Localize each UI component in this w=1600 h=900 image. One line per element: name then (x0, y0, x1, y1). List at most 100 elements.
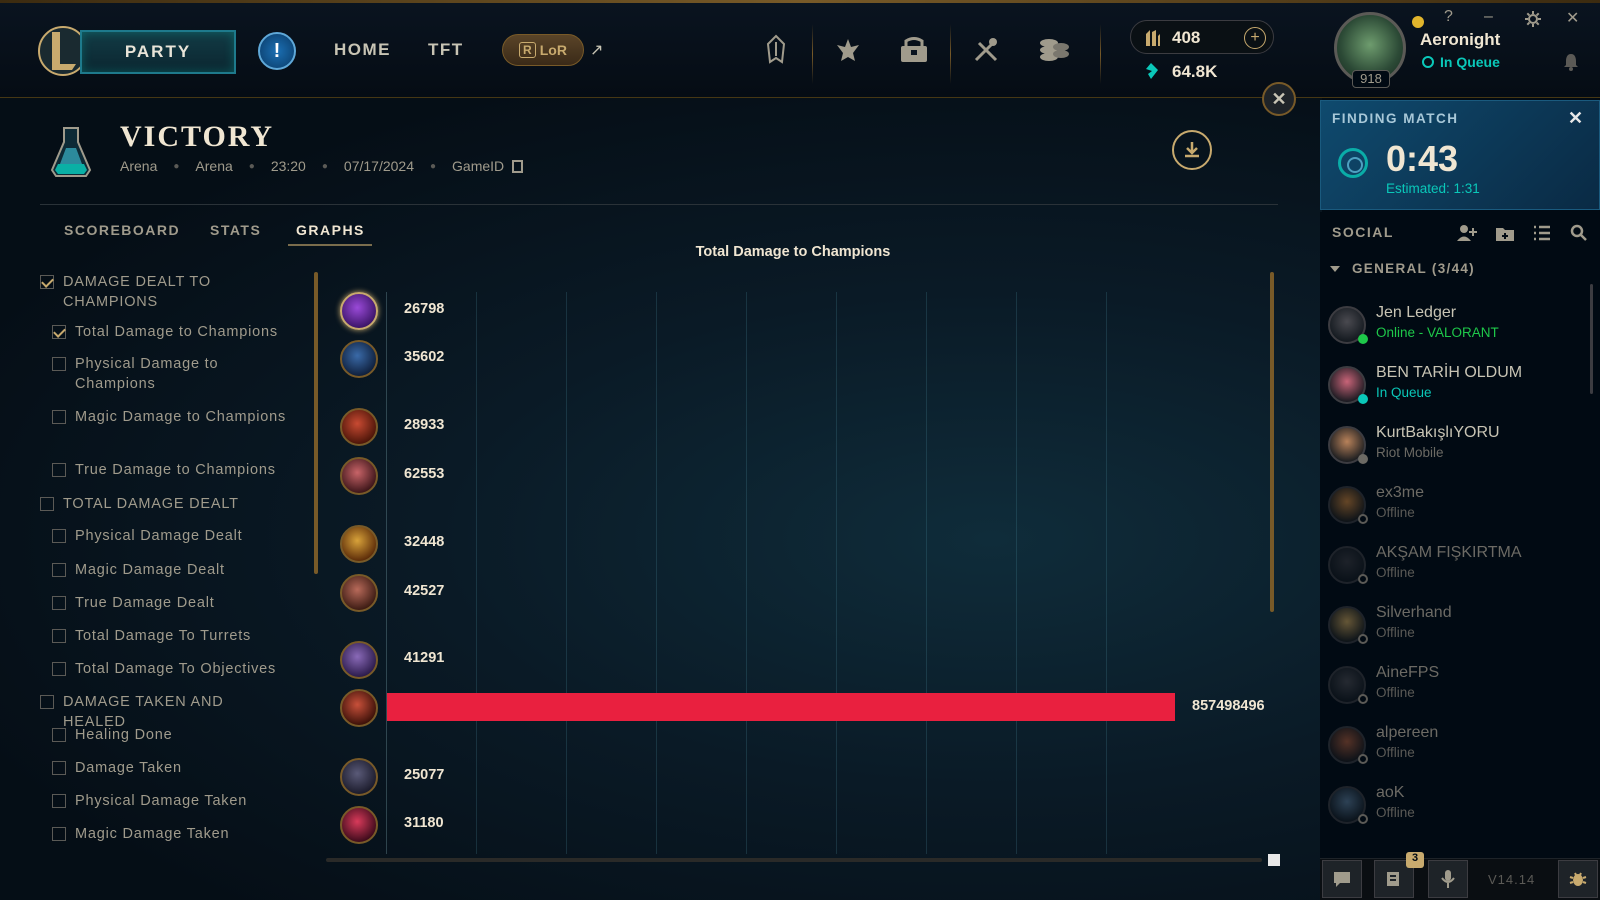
close-postgame-button[interactable]: ✕ (1262, 82, 1296, 116)
champion-portrait[interactable] (340, 574, 378, 612)
friend-list-item[interactable]: aoK Offline (1328, 780, 1588, 832)
friend-list-item[interactable]: KurtBakışlıYORU Riot Mobile (1328, 420, 1588, 472)
filter-item[interactable]: Physical Damage Dealt (52, 526, 302, 546)
filter-scrollbar[interactable] (314, 272, 318, 574)
checkbox[interactable] (52, 629, 66, 643)
checkbox[interactable] (52, 596, 66, 610)
missions-icon[interactable] (966, 30, 1006, 70)
presence-indicator-icon (1358, 454, 1368, 464)
champion-portrait[interactable] (340, 292, 378, 330)
filter-item[interactable]: Physical Damage to Champions (52, 354, 302, 394)
alert-icon[interactable]: ! (258, 32, 296, 70)
grid-line (1106, 292, 1107, 854)
online-indicator (1412, 16, 1424, 28)
checkbox[interactable] (40, 497, 54, 511)
lor-button[interactable]: R LoR (502, 34, 584, 66)
friend-list-item[interactable]: Jen Ledger Online - VALORANT (1328, 300, 1588, 352)
checkbox[interactable] (52, 662, 66, 676)
filter-item[interactable]: Physical Damage Taken (52, 791, 302, 811)
friend-list-item[interactable]: alpereen Offline (1328, 720, 1588, 772)
store-icon[interactable] (1034, 30, 1074, 70)
filter-item[interactable]: Healing Done (52, 725, 302, 745)
filter-item[interactable]: Magic Damage Taken (52, 824, 302, 844)
filter-item[interactable]: Magic Damage Dealt (52, 560, 302, 580)
friend-list-item[interactable]: AKŞAM FIŞKIRTMA Offline (1328, 540, 1588, 592)
friend-group-label[interactable]: GENERAL (3/44) (1352, 261, 1475, 276)
filter-item[interactable]: Total Damage To Turrets (52, 626, 302, 646)
bar-value-label: 35602 (404, 349, 445, 365)
champion-portrait[interactable] (340, 758, 378, 796)
checkbox[interactable] (52, 794, 66, 808)
nav-tft[interactable]: TFT (428, 40, 464, 60)
summoner-status[interactable]: In Queue (1440, 54, 1500, 70)
copy-icon[interactable] (512, 159, 524, 173)
checkbox[interactable] (52, 357, 66, 371)
add-friend-icon[interactable] (1456, 222, 1478, 244)
friend-status: Offline (1376, 685, 1415, 700)
notification-bell-icon[interactable] (1562, 52, 1580, 72)
tab-scoreboard[interactable]: SCOREBOARD (64, 222, 180, 238)
download-replay-button[interactable] (1172, 130, 1212, 170)
filter-item[interactable]: DAMAGE DEALT TO CHAMPIONS (40, 272, 270, 312)
filter-item[interactable]: Total Damage to Champions (52, 322, 302, 342)
checkbox[interactable] (52, 827, 66, 841)
checkbox[interactable] (52, 410, 66, 424)
party-button[interactable]: PARTY (80, 30, 236, 74)
friend-list-item[interactable]: BEN TARİH OLDUM In Queue (1328, 360, 1588, 412)
divider (1100, 24, 1101, 84)
champion-portrait[interactable] (340, 641, 378, 679)
checkbox[interactable] (52, 728, 66, 742)
chart-vertical-scrollbar[interactable] (1270, 272, 1274, 612)
help-icon[interactable]: ? (1444, 8, 1453, 26)
checkbox[interactable] (52, 463, 66, 477)
checkbox[interactable] (40, 695, 54, 709)
close-icon[interactable]: ✕ (1566, 8, 1579, 28)
checkbox[interactable] (52, 563, 66, 577)
checkbox[interactable] (52, 325, 66, 339)
tab-graphs[interactable]: GRAPHS (296, 222, 365, 238)
tab-stats[interactable]: STATS (210, 222, 261, 238)
social-scrollbar[interactable] (1590, 284, 1593, 394)
filter-item[interactable]: True Damage Dealt (52, 593, 302, 613)
filter-item[interactable]: TOTAL DAMAGE DEALT (40, 494, 270, 514)
summoner-name[interactable]: Aeronight (1420, 30, 1500, 50)
cancel-queue-close-icon[interactable]: ✕ (1568, 108, 1583, 129)
external-link-icon[interactable]: ↗ (590, 40, 603, 60)
checkbox[interactable] (40, 275, 54, 289)
filter-item[interactable]: True Damage to Champions (52, 460, 302, 480)
bug-report-button[interactable] (1558, 860, 1598, 898)
champion-portrait[interactable] (340, 525, 378, 563)
add-folder-icon[interactable] (1494, 222, 1516, 244)
filter-item[interactable]: Magic Damage to Champions (52, 407, 302, 427)
filter-item[interactable]: Damage Taken (52, 758, 302, 778)
nav-home[interactable]: HOME (334, 40, 391, 60)
friend-list-item[interactable]: Silverhand Offline (1328, 600, 1588, 652)
buy-rp-button[interactable]: + (1244, 27, 1266, 49)
clash-icon[interactable] (756, 30, 796, 70)
chat-button[interactable] (1322, 860, 1362, 898)
checkbox[interactable] (52, 529, 66, 543)
friend-list-item[interactable]: ex3me Offline (1328, 480, 1588, 532)
champion-portrait[interactable] (340, 806, 378, 844)
blue-essence-icon (1146, 63, 1158, 79)
friend-list-item[interactable]: AineFPS Offline (1328, 660, 1588, 712)
minimize-icon[interactable]: – (1484, 8, 1493, 26)
champion-portrait[interactable] (340, 408, 378, 446)
collection-icon[interactable] (828, 30, 868, 70)
checkbox[interactable] (52, 761, 66, 775)
champion-portrait[interactable] (340, 340, 378, 378)
settings-gear-icon[interactable] (1524, 10, 1542, 28)
voice-button[interactable] (1428, 860, 1468, 898)
chart-scroll-thumb[interactable] (1268, 854, 1280, 866)
champion-portrait[interactable] (340, 689, 378, 727)
search-icon[interactable] (1568, 222, 1590, 244)
list-view-icon[interactable] (1531, 222, 1553, 244)
champion-portrait[interactable] (340, 457, 378, 495)
chart-horizontal-scrollbar[interactable] (326, 858, 1262, 862)
filter-item[interactable]: Total Damage To Objectives (52, 659, 302, 679)
friend-name: Silverhand (1376, 604, 1452, 621)
match-result-title: VICTORY (120, 120, 275, 153)
loot-icon[interactable] (894, 30, 934, 70)
chevron-down-icon[interactable] (1330, 266, 1340, 272)
filter-label: Physical Damage to Champions (75, 356, 219, 392)
